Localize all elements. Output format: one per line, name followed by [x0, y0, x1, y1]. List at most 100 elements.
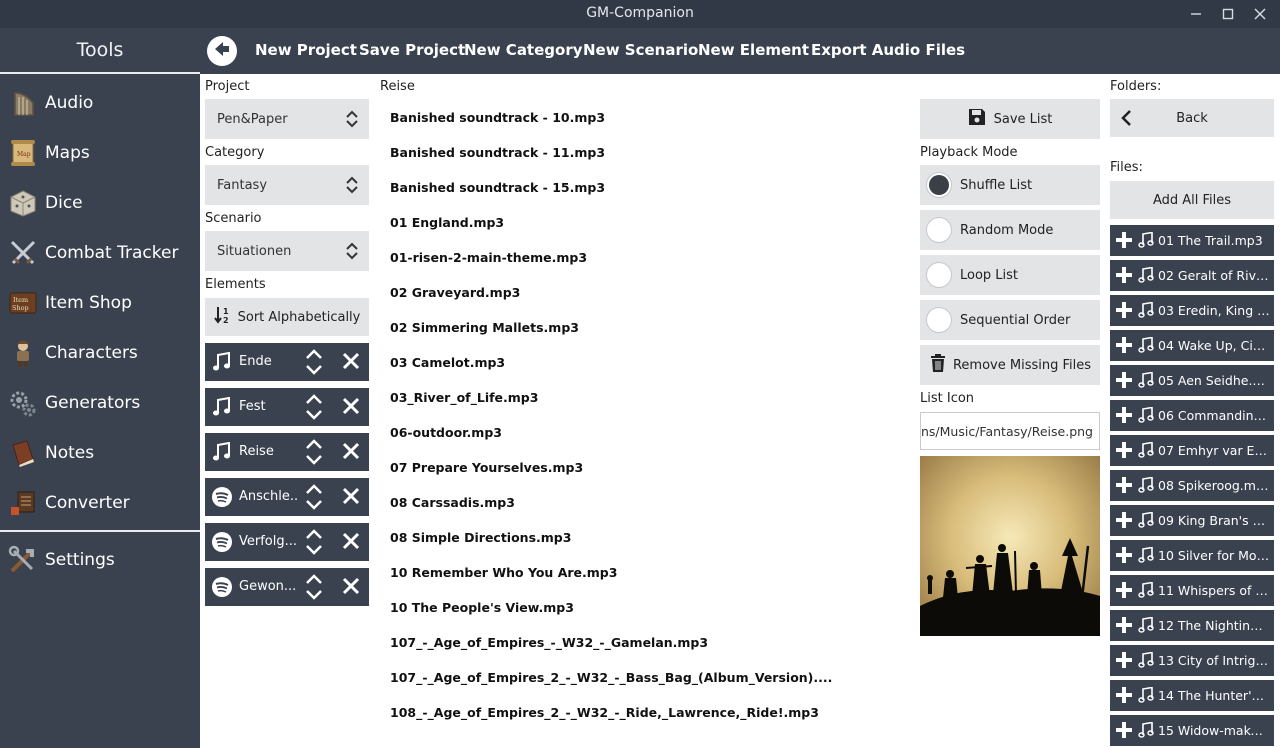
new-element-button[interactable]: New Element	[698, 41, 809, 59]
sidebar-item-settings[interactable]: Settings	[0, 535, 200, 585]
plus-icon[interactable]	[1116, 477, 1132, 497]
plus-icon[interactable]	[1116, 232, 1132, 252]
file-row[interactable]: 11 Whispers of O...	[1110, 575, 1274, 606]
radio-indicator[interactable]	[926, 172, 952, 198]
file-row[interactable]: 04 Wake Up, Ciri...	[1110, 330, 1274, 361]
sidebar-item-notes[interactable]: Notes	[0, 428, 200, 478]
sidebar-item-combat-tracker[interactable]: Combat Tracker	[0, 228, 200, 278]
delete-x-icon[interactable]	[342, 442, 360, 464]
move-up-down-icon[interactable]	[305, 527, 323, 561]
element-row[interactable]: Ende	[205, 343, 369, 381]
file-row[interactable]: 12 The Nightingal...	[1110, 610, 1274, 641]
song-item[interactable]: Banished soundtrack - 15.mp3	[390, 180, 605, 195]
plus-icon[interactable]	[1116, 617, 1132, 637]
sidebar-item-maps[interactable]: Map Maps	[0, 128, 200, 178]
song-item[interactable]: 08 Simple Directions.mp3	[390, 530, 571, 545]
song-item[interactable]: 02 Simmering Mallets.mp3	[390, 320, 579, 335]
file-row[interactable]: 07 Emhyr var Em...	[1110, 435, 1274, 466]
plus-icon[interactable]	[1116, 337, 1132, 357]
delete-x-icon[interactable]	[342, 397, 360, 419]
plus-icon[interactable]	[1116, 442, 1132, 462]
song-item[interactable]: 03_River_of_Life.mp3	[390, 390, 538, 405]
delete-x-icon[interactable]	[342, 532, 360, 554]
project-select[interactable]: Pen&Paper	[205, 99, 369, 139]
song-item[interactable]: Banished soundtrack - 10.mp3	[390, 110, 605, 125]
plus-icon[interactable]	[1116, 722, 1132, 742]
close-icon[interactable]	[1250, 4, 1270, 24]
file-row[interactable]: 15 Widow-maker...	[1110, 715, 1274, 746]
file-row[interactable]: 09 King Bran's Fi...	[1110, 505, 1274, 536]
new-scenario-button[interactable]: New Scenario	[583, 41, 698, 59]
new-category-button[interactable]: New Category	[464, 41, 583, 59]
back-folder-button[interactable]: Back	[1110, 99, 1274, 137]
move-up-down-icon[interactable]	[305, 572, 323, 606]
export-audio-files-button[interactable]: Export Audio Files	[811, 41, 965, 59]
radio-indicator[interactable]	[926, 217, 952, 243]
song-item[interactable]: 108_-_Age_of_Empires_2_-_W32_-_Ride,_Law…	[390, 705, 819, 720]
sidebar-item-dice[interactable]: Dice	[0, 178, 200, 228]
file-row[interactable]: 05 Aen Seidhe.m...	[1110, 365, 1274, 396]
song-item[interactable]: 06-outdoor.mp3	[390, 425, 502, 440]
move-up-down-icon[interactable]	[305, 482, 323, 516]
plus-icon[interactable]	[1116, 267, 1132, 287]
file-row[interactable]: 06 Commanding ...	[1110, 400, 1274, 431]
file-row[interactable]: 03 Eredin, King o...	[1110, 295, 1274, 326]
scenario-select[interactable]: Situationen	[205, 231, 369, 271]
element-row[interactable]: Verfolg...	[205, 523, 369, 561]
song-item[interactable]: 01-risen-2-main-theme.mp3	[390, 250, 587, 265]
song-item[interactable]: 10 The People's View.mp3	[390, 600, 574, 615]
new-project-button[interactable]: New Project	[255, 41, 357, 59]
move-up-down-icon[interactable]	[305, 437, 323, 471]
category-select[interactable]: Fantasy	[205, 165, 369, 205]
move-up-down-icon[interactable]	[305, 347, 323, 381]
sidebar-item-generators[interactable]: Generators	[0, 378, 200, 428]
mode-shuffle-list[interactable]: Shuffle List	[920, 165, 1100, 205]
plus-icon[interactable]	[1116, 687, 1132, 707]
mode-sequential-order[interactable]: Sequential Order	[920, 300, 1100, 340]
move-up-down-icon[interactable]	[305, 392, 323, 426]
song-item[interactable]: 107_-_Age_of_Empires_-_W32_-_Gamelan.mp3	[390, 635, 708, 650]
add-all-files-button[interactable]: Add All Files	[1110, 181, 1274, 219]
plus-icon[interactable]	[1116, 302, 1132, 322]
plus-icon[interactable]	[1116, 407, 1132, 427]
song-item[interactable]: 08 Carssadis.mp3	[390, 495, 515, 510]
radio-indicator[interactable]	[926, 307, 952, 333]
sidebar-item-characters[interactable]: Characters	[0, 328, 200, 378]
list-icon-path-field[interactable]: ns/Music/Fantasy/Reise.png	[920, 412, 1100, 450]
file-row[interactable]: 13 City of Intrigue...	[1110, 645, 1274, 676]
file-row[interactable]: 14 The Hunter's P...	[1110, 680, 1274, 711]
mode-loop-list[interactable]: Loop List	[920, 255, 1100, 295]
song-item[interactable]: 10 Remember Who You Are.mp3	[390, 565, 617, 580]
file-row[interactable]: 02 Geralt of Rivia...	[1110, 260, 1274, 291]
element-row[interactable]: Fest	[205, 388, 369, 426]
plus-icon[interactable]	[1116, 652, 1132, 672]
save-project-button[interactable]: Save Project	[359, 41, 465, 59]
mode-random[interactable]: Random Mode	[920, 210, 1100, 250]
sidebar-item-item-shop[interactable]: Item Shop Item Shop	[0, 278, 200, 328]
song-item[interactable]: 01 England.mp3	[390, 215, 504, 230]
song-item[interactable]: Banished soundtrack - 11.mp3	[390, 145, 605, 160]
sort-alphabetically-button[interactable]: 12 Sort Alphabetically	[205, 298, 369, 336]
radio-indicator[interactable]	[926, 262, 952, 288]
plus-icon[interactable]	[1116, 547, 1132, 567]
remove-missing-files-button[interactable]: Remove Missing Files	[920, 345, 1100, 385]
song-item[interactable]: 02 Graveyard.mp3	[390, 285, 520, 300]
delete-x-icon[interactable]	[342, 487, 360, 509]
element-row[interactable]: Anschle...	[205, 478, 369, 516]
song-item[interactable]: 07 Prepare Yourselves.mp3	[390, 460, 583, 475]
minimize-icon[interactable]	[1186, 4, 1206, 24]
file-row[interactable]: 08 Spikeroog.mp3	[1110, 470, 1274, 501]
song-item[interactable]: 03 Camelot.mp3	[390, 355, 505, 370]
sidebar-item-audio[interactable]: Audio	[0, 78, 200, 128]
song-item[interactable]: 107_-_Age_of_Empires_2_-_W32_-_Bass_Bag_…	[390, 670, 832, 685]
element-row[interactable]: Gewon...	[205, 568, 369, 606]
sidebar-item-converter[interactable]: Converter	[0, 478, 200, 528]
delete-x-icon[interactable]	[342, 352, 360, 374]
file-row[interactable]: 10 Silver for Mon...	[1110, 540, 1274, 571]
plus-icon[interactable]	[1116, 512, 1132, 532]
back-button[interactable]	[207, 36, 237, 66]
maximize-icon[interactable]	[1218, 4, 1238, 24]
delete-x-icon[interactable]	[342, 577, 360, 599]
plus-icon[interactable]	[1116, 372, 1132, 392]
element-row[interactable]: Reise	[205, 433, 369, 471]
